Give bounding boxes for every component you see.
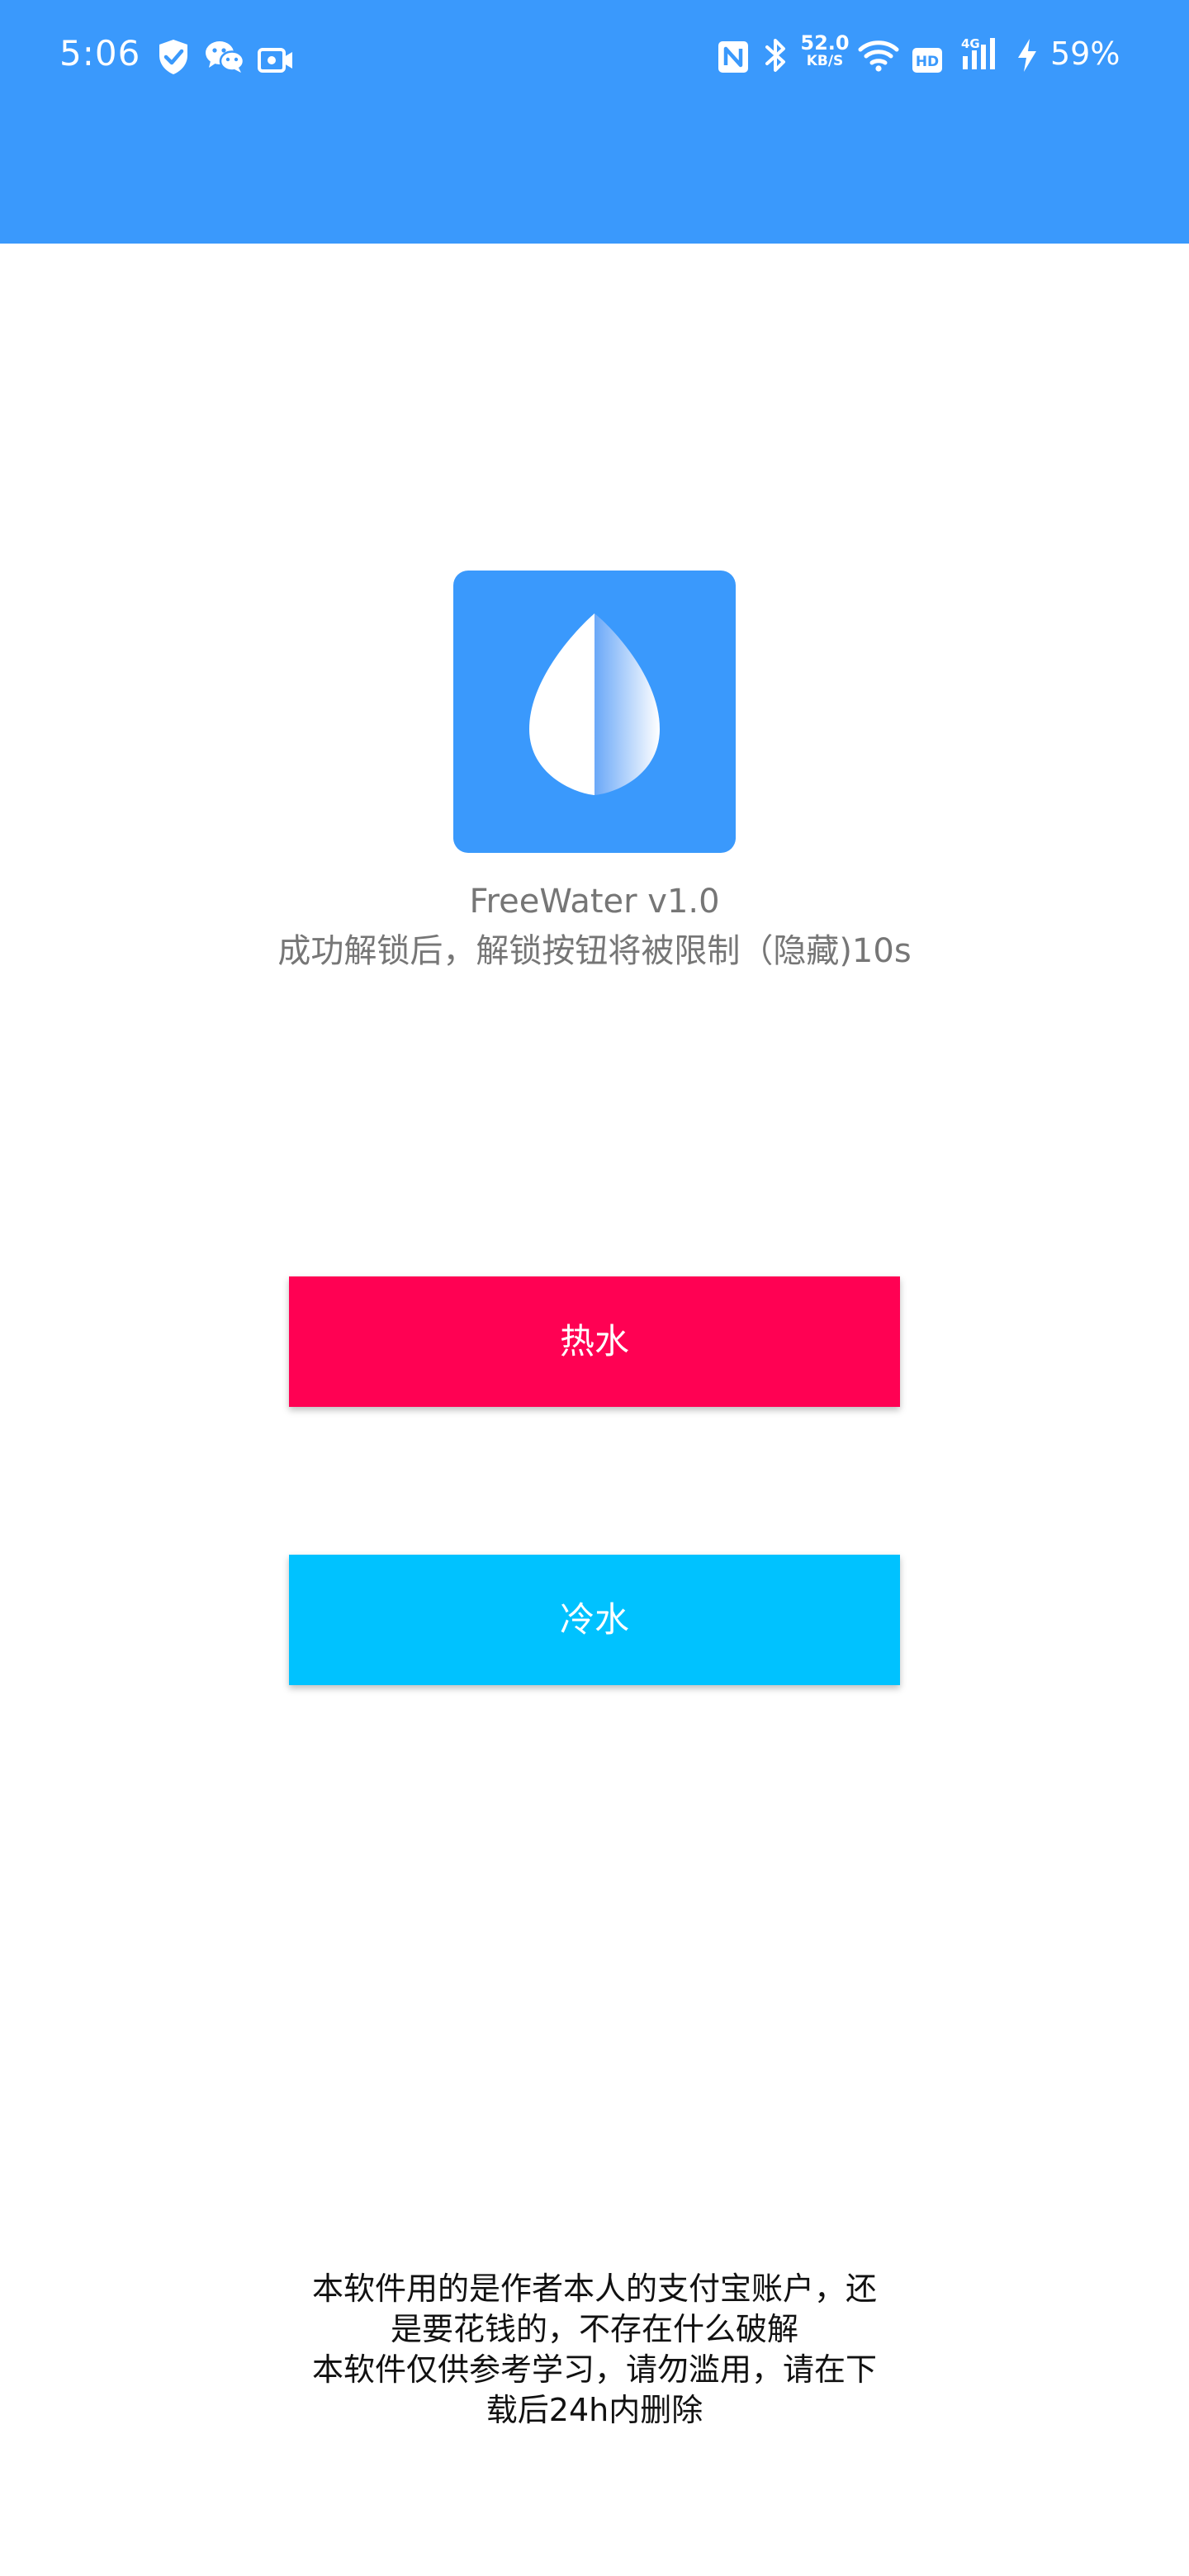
app-subtitle: 成功解锁后，解锁按钮将被限制（隐藏)10s <box>277 932 912 970</box>
status-bar: 5:06 52.0 KB/S HD 4G 59% <box>0 0 1189 107</box>
app-logo <box>453 571 736 853</box>
net-speed-value: 52.0 <box>800 31 850 54</box>
svg-text:4G: 4G <box>961 36 980 51</box>
battery-percentage: 59% <box>1050 36 1120 72</box>
app-header: 5:06 52.0 KB/S HD 4G 59% <box>0 0 1189 244</box>
net-speed-unit: KB/S <box>806 53 844 69</box>
disclaimer-line: 是要花钱的，不存在什么破解 <box>390 2311 798 2347</box>
charging-icon <box>1018 39 1036 72</box>
screen-record-icon <box>258 48 292 73</box>
shield-check-icon <box>159 40 187 74</box>
hot-water-button[interactable]: 热水 <box>289 1276 900 1407</box>
disclaimer-line: 载后24h内删除 <box>486 2392 703 2428</box>
disclaimer-line: 本软件仅供参考学习，请勿滥用，请在下 <box>311 2351 877 2388</box>
bluetooth-icon <box>765 39 785 72</box>
water-drop-icon <box>529 613 660 795</box>
cold-water-button[interactable]: 冷水 <box>289 1555 900 1685</box>
disclaimer-text: 本软件用的是作者本人的支付宝账户，还 是要花钱的，不存在什么破解 本软件仅供参考… <box>281 2269 908 2431</box>
hd-icon: HD <box>912 48 942 73</box>
wifi-icon <box>858 40 899 72</box>
svg-text:HD: HD <box>916 54 939 70</box>
signal-4g-icon: 4G <box>961 36 995 69</box>
wechat-icon <box>206 41 244 73</box>
app-title: FreeWater v1.0 <box>469 883 720 921</box>
disclaimer-line: 本软件用的是作者本人的支付宝账户，还 <box>311 2271 877 2307</box>
nfc-icon <box>718 41 748 73</box>
net-speed: 52.0 KB/S <box>799 33 850 69</box>
status-time: 5:06 <box>59 33 141 73</box>
